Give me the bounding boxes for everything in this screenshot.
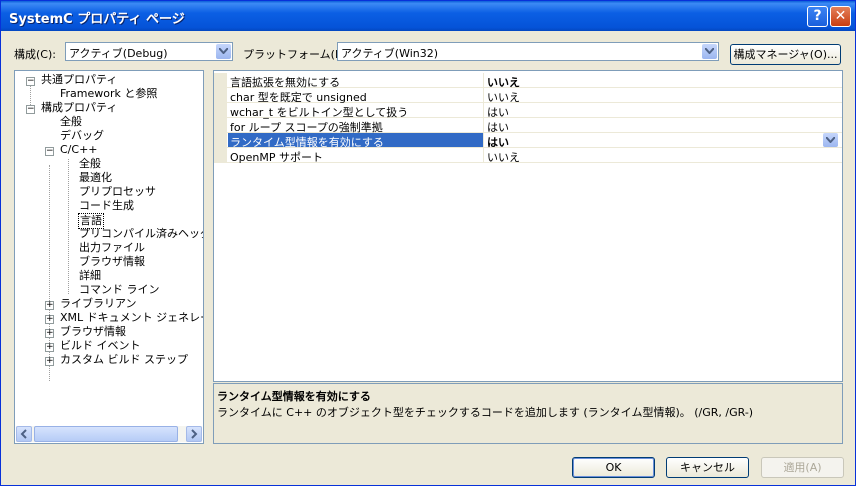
tree-node-cpp[interactable]: C/C++ xyxy=(60,143,98,157)
tree-node-general[interactable]: 全般 xyxy=(60,115,82,129)
tree-node-cpp-general[interactable]: 全般 xyxy=(79,157,101,171)
close-icon: ✕ xyxy=(834,8,847,24)
configuration-manager-button[interactable]: 構成マネージャ(O)... xyxy=(730,44,841,65)
tree-node-librarian[interactable]: ライブラリアン xyxy=(60,297,137,311)
column-divider xyxy=(483,118,484,133)
apply-button[interactable]: 適用(A) xyxy=(761,457,844,478)
configuration-label: 構成(C): xyxy=(14,48,56,61)
platform-select[interactable]: アクティブ(Win32) xyxy=(337,42,719,61)
column-divider xyxy=(483,133,484,148)
ok-button[interactable]: OK xyxy=(572,457,655,478)
tree-node-configuration-properties[interactable]: 構成プロパティ xyxy=(41,101,117,115)
expand-toggle[interactable]: + xyxy=(45,343,54,352)
tree-node-command-line[interactable]: コマンド ライン xyxy=(79,283,160,297)
column-divider xyxy=(483,88,484,103)
row-gutter xyxy=(214,148,227,163)
property-grid[interactable]: 言語拡張を無効にする いいえ char 型を既定で unsigned いいえ w… xyxy=(213,70,843,382)
chevron-down-icon xyxy=(826,137,835,143)
collapse-toggle[interactable]: − xyxy=(26,77,35,86)
property-name: OpenMP サポート xyxy=(230,151,324,164)
row-gutter xyxy=(214,118,227,133)
title-bar[interactable]: SystemC プロパティ ページ ? ✕ xyxy=(1,1,855,31)
help-icon: ? xyxy=(813,8,822,24)
close-button[interactable]: ✕ xyxy=(830,6,851,27)
tree-node-browse-info[interactable]: ブラウザ情報 xyxy=(60,325,126,339)
expand-toggle[interactable]: + xyxy=(45,357,54,366)
row-gutter xyxy=(214,88,227,103)
tree-node-output-files[interactable]: 出力ファイル xyxy=(79,241,145,255)
scroll-thumb[interactable] xyxy=(34,426,178,442)
property-row[interactable]: for ループ スコープの強制準拠 はい xyxy=(214,118,842,134)
help-button[interactable]: ? xyxy=(807,6,828,27)
property-value[interactable]: いいえ xyxy=(487,149,520,165)
value-dropdown-button[interactable] xyxy=(823,133,838,147)
scroll-right-button[interactable] xyxy=(186,426,202,442)
row-gutter xyxy=(214,133,227,148)
scroll-left-button[interactable] xyxy=(16,426,32,442)
configuration-value: アクティブ(Debug) xyxy=(69,47,168,60)
chevron-down-icon[interactable] xyxy=(702,44,717,59)
collapse-toggle[interactable]: − xyxy=(45,147,54,156)
collapse-toggle[interactable]: − xyxy=(26,105,35,114)
tree-node-common-properties[interactable]: 共通プロパティ xyxy=(41,73,117,87)
description-panel: ランタイム型情報を有効にする ランタイムに C++ のオブジェクト型をチェックす… xyxy=(213,383,843,444)
row-gutter xyxy=(214,103,227,118)
chevron-right-icon xyxy=(191,429,198,439)
description-title: ランタイム型情報を有効にする xyxy=(217,390,371,403)
expand-toggle[interactable]: + xyxy=(45,301,54,310)
tree-node-custom-build-step[interactable]: カスタム ビルド ステップ xyxy=(60,353,188,367)
expand-toggle[interactable]: + xyxy=(45,329,54,338)
tree-node-build-events[interactable]: ビルド イベント xyxy=(60,339,141,353)
configuration-select[interactable]: アクティブ(Debug) xyxy=(65,42,233,61)
property-tree[interactable]: − 共通プロパティ Framework と参照 − 構成プロパティ 全般 デバッ… xyxy=(14,70,204,444)
platform-label: プラットフォーム(P): xyxy=(243,48,350,61)
property-row-selected[interactable]: ランタイム型情報を有効にする はい xyxy=(214,133,842,149)
tree-horizontal-scrollbar[interactable] xyxy=(16,426,202,442)
tree-line xyxy=(68,159,69,294)
expand-toggle[interactable]: + xyxy=(45,315,54,324)
tree-node-browse-information[interactable]: ブラウザ情報 xyxy=(79,255,145,269)
property-row[interactable]: OpenMP サポート いいえ xyxy=(214,148,842,165)
chevron-left-icon xyxy=(20,429,27,439)
row-gutter xyxy=(214,73,227,88)
column-divider xyxy=(483,148,484,163)
window-title: SystemC プロパティ ページ xyxy=(9,12,185,27)
tree-node-advanced[interactable]: 詳細 xyxy=(79,269,101,283)
tree-node-framework[interactable]: Framework と参照 xyxy=(60,87,157,101)
property-row[interactable]: char 型を既定で unsigned いいえ xyxy=(214,88,842,104)
column-divider xyxy=(483,73,484,88)
property-pages-window: SystemC プロパティ ページ ? ✕ 構成(C): アクティブ(Debug… xyxy=(0,0,856,486)
tree-node-debugging[interactable]: デバッグ xyxy=(60,129,104,143)
property-row[interactable]: wchar_t をビルトイン型として扱う はい xyxy=(214,103,842,119)
property-row[interactable]: 言語拡張を無効にする いいえ xyxy=(214,73,842,89)
tree-node-xml-doc-generator[interactable]: XML ドキュメント ジェネレータ xyxy=(60,311,203,325)
column-divider xyxy=(483,103,484,118)
cancel-button[interactable]: キャンセル xyxy=(666,457,749,478)
platform-value: アクティブ(Win32) xyxy=(341,47,439,60)
tree-node-precompiled-headers[interactable]: プリコンパイル済みヘッダー xyxy=(79,227,203,241)
chevron-down-icon[interactable] xyxy=(216,44,231,59)
description-text: ランタイムに C++ のオブジェクト型をチェックするコードを追加します (ランタ… xyxy=(217,406,754,419)
tree-node-code-generation[interactable]: コード生成 xyxy=(79,199,134,213)
tree-node-optimization[interactable]: 最適化 xyxy=(79,171,112,185)
tree-node-preprocessor[interactable]: プリプロセッサ xyxy=(79,185,156,199)
